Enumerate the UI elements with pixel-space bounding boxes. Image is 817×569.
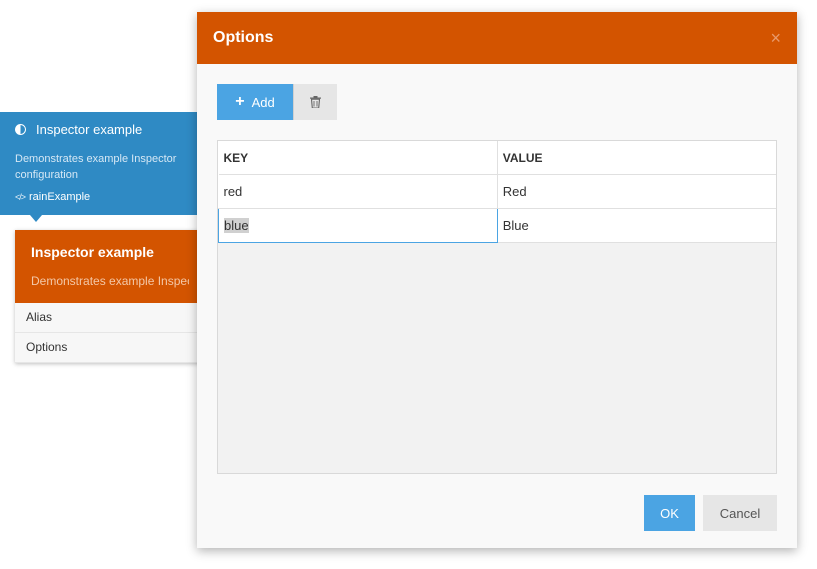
inspector-property-options[interactable]: Options xyxy=(15,333,205,363)
modal-toolbar: + Add xyxy=(217,84,337,120)
value-cell[interactable]: Blue xyxy=(497,208,776,243)
card-pointer xyxy=(30,215,42,222)
component-title-row: Inspector example xyxy=(15,122,185,137)
modal-header: Options × xyxy=(197,12,797,64)
half-circle-icon xyxy=(15,124,26,135)
close-icon[interactable]: × xyxy=(770,28,781,49)
value-cell[interactable]: Red xyxy=(497,174,776,209)
code-icon: </> xyxy=(15,192,26,202)
delete-button[interactable] xyxy=(293,84,337,120)
trash-icon xyxy=(310,96,321,108)
table-row[interactable]: red Red xyxy=(218,174,776,209)
key-input-cell[interactable]: blue xyxy=(218,208,498,243)
plus-icon: + xyxy=(235,93,245,110)
inspector-header: Inspector example Demonstrates example I… xyxy=(15,230,205,303)
ok-button[interactable]: OK xyxy=(644,495,695,531)
key-cell[interactable]: red xyxy=(218,174,498,209)
component-title: Inspector example xyxy=(36,122,143,137)
component-alias-row: </> rainExample xyxy=(15,191,185,203)
modal-title: Options xyxy=(213,29,274,46)
component-description: Demonstrates example Inspector configura… xyxy=(15,153,177,181)
add-button[interactable]: + Add xyxy=(217,84,293,120)
inspector-description: Demonstrates example Inspector configura… xyxy=(31,274,189,288)
column-header-value: VALUE xyxy=(497,141,776,175)
cancel-button[interactable]: Cancel xyxy=(703,495,777,531)
column-header-key: KEY xyxy=(218,141,498,175)
component-alias: rainExample xyxy=(29,191,91,203)
table-row[interactable]: blue Blue xyxy=(218,208,776,243)
selected-key-text: blue xyxy=(224,218,249,233)
options-modal: Options × + Add KEY VALUE red Red blue B… xyxy=(197,12,797,548)
component-card[interactable]: Inspector example Demonstrates example I… xyxy=(0,112,200,222)
add-button-label: Add xyxy=(251,94,275,110)
options-table: KEY VALUE red Red blue Blue xyxy=(217,140,777,474)
table-header-row: KEY VALUE xyxy=(218,141,776,175)
inspector-panel: Inspector example Demonstrates example I… xyxy=(15,230,205,363)
inspector-title: Inspector example xyxy=(31,244,154,260)
inspector-property-alias[interactable]: Alias xyxy=(15,303,205,333)
